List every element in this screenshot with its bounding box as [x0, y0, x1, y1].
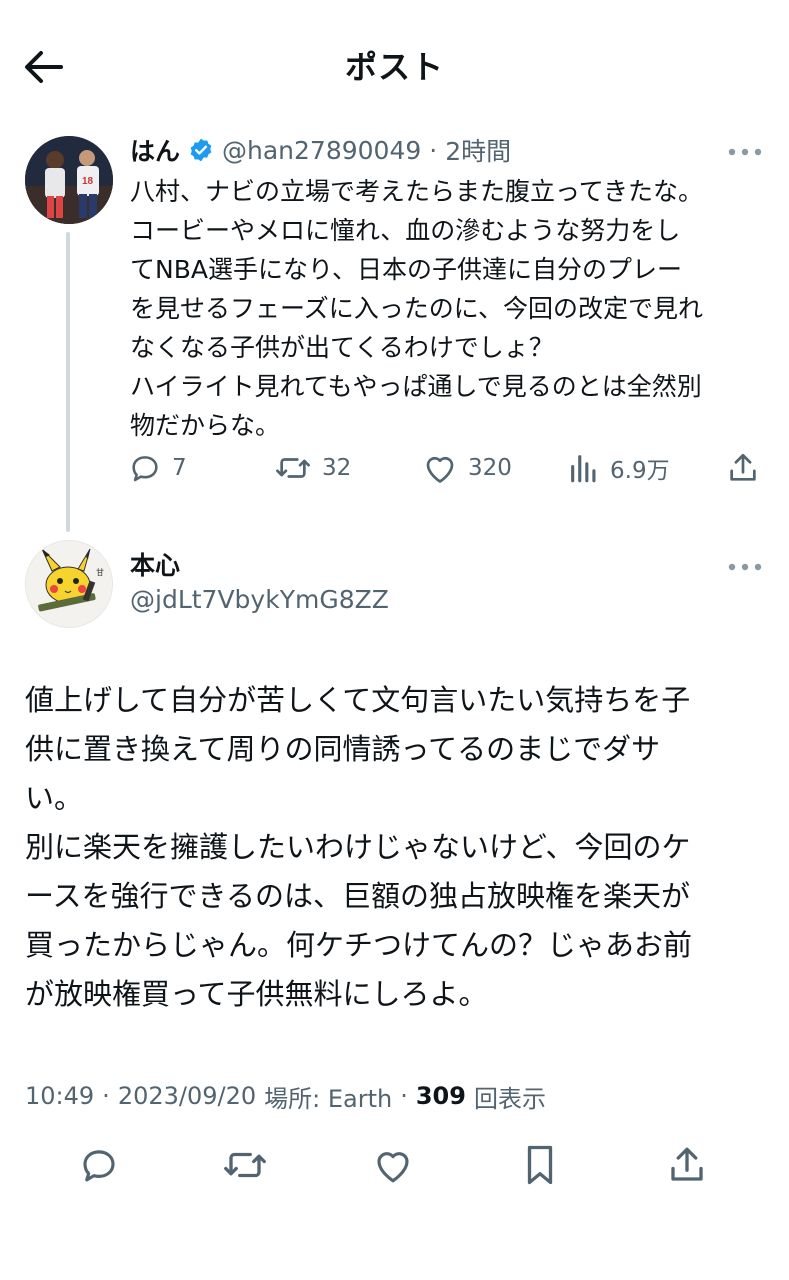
like-count: 320 — [468, 455, 512, 481]
reply-button[interactable] — [74, 1140, 124, 1190]
thread-line — [66, 232, 70, 532]
like-button[interactable] — [368, 1140, 418, 1190]
parent-more-button[interactable] — [725, 137, 765, 167]
post-location: 場所: Earth — [264, 1084, 393, 1113]
reply-bubble-icon — [132, 456, 158, 482]
parent-avatar[interactable]: 18 — [25, 136, 113, 224]
svg-text:甘: 甘 — [96, 567, 104, 577]
share-icon — [671, 1147, 703, 1181]
views-count: 309 — [415, 1082, 466, 1110]
bottom-action-bar — [0, 1140, 789, 1200]
reply-bubble-icon — [83, 1150, 115, 1182]
reply-avatar[interactable]: 甘 — [25, 540, 113, 628]
verified-badge-icon — [188, 137, 214, 163]
repost-icon — [276, 458, 310, 478]
parent-time[interactable]: 2時間 — [445, 132, 511, 168]
reply-handle[interactable]: @jdLt7VbykYmG8ZZ — [130, 585, 389, 614]
parent-post-text: 八村、ナビの立場で考えたらまた腹立ってきたな。 コービーやメロに憧れ、血の滲むよ… — [130, 177, 704, 440]
reply-count: 7 — [172, 455, 187, 481]
repost-button[interactable] — [220, 1140, 270, 1190]
pikachu-image: 甘 — [26, 541, 112, 627]
more-dots-icon — [728, 148, 762, 156]
repost-count: 32 — [322, 455, 352, 481]
parent-action-row: 7 32 320 6.9万 — [128, 448, 768, 488]
separator-dot: · — [429, 135, 438, 165]
views-count: 6.9万 — [610, 458, 670, 484]
reply-action[interactable]: 7 — [128, 448, 187, 488]
bookmark-icon — [527, 1145, 553, 1185]
parent-handle[interactable]: @han27890049 — [222, 136, 421, 165]
parent-display-name[interactable]: はん — [130, 132, 180, 168]
reply-more-button[interactable] — [725, 552, 765, 582]
separator-dot: · — [102, 1082, 110, 1110]
heart-icon — [426, 456, 454, 483]
more-dots-icon — [728, 563, 762, 571]
parent-post-header: はん @han27890049 · 2時間 — [130, 132, 511, 168]
repost-action[interactable]: 32 — [274, 448, 351, 488]
views-action[interactable]: 6.9万 — [568, 448, 670, 488]
post-date[interactable]: 2023/09/20 — [118, 1082, 256, 1110]
heart-icon — [377, 1152, 409, 1183]
share-icon — [730, 453, 756, 481]
like-action[interactable]: 320 — [422, 448, 512, 488]
post-meta: 10:49 · 2023/09/20 場所: Earth · 309 回表示 — [25, 1076, 546, 1116]
share-button[interactable] — [662, 1140, 712, 1190]
repost-icon — [224, 1152, 266, 1178]
share-action[interactable] — [726, 448, 760, 488]
svg-text:18: 18 — [82, 176, 94, 187]
basketball-players-image: 18 — [25, 136, 113, 224]
reply-post-text: 値上げして自分が苦しくて文句言いたい気持ちを子 供に置き換えて周りの同情誘ってる… — [25, 683, 693, 1011]
reply-display-name[interactable]: 本心 — [130, 546, 180, 582]
separator-dot: · — [400, 1082, 408, 1110]
post-time[interactable]: 10:49 — [25, 1082, 94, 1110]
page-title: ポスト — [344, 48, 444, 86]
bar-chart-icon — [571, 455, 596, 483]
views-label: 回表示 — [473, 1084, 546, 1113]
bookmark-button[interactable] — [515, 1140, 565, 1190]
